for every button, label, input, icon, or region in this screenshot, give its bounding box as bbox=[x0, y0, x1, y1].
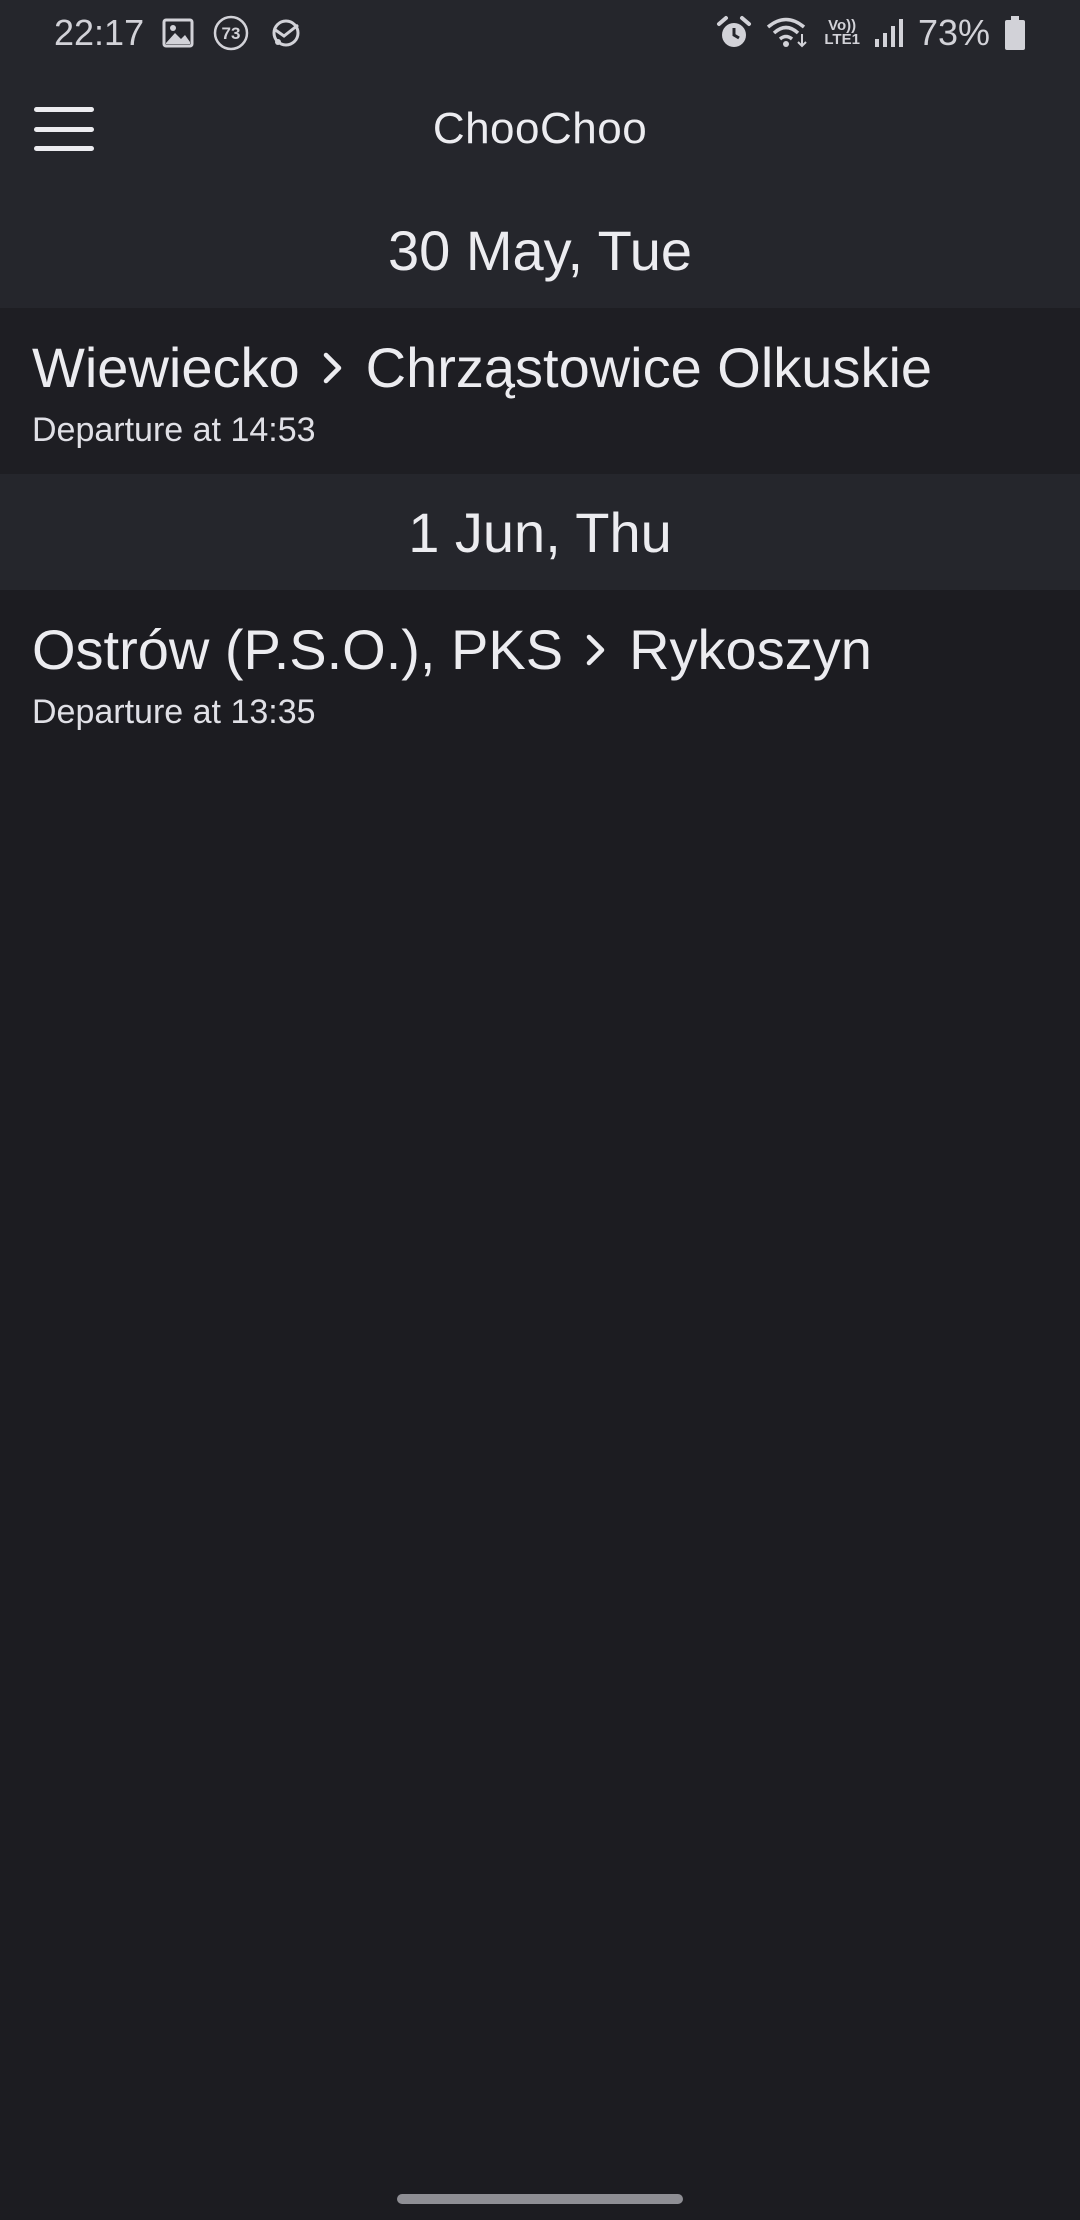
trip-route: Wiewiecko Chrząstowice Olkuskie bbox=[32, 334, 1048, 401]
trip-from: Wiewiecko bbox=[32, 336, 300, 399]
battery-icon bbox=[1004, 15, 1026, 51]
volte-icon: Vo)) LTE1 bbox=[824, 18, 860, 48]
trip-item[interactable]: Wiewiecko Chrząstowice Olkuskie Departur… bbox=[0, 308, 1080, 475]
hamburger-menu-icon[interactable] bbox=[34, 107, 94, 151]
trip-from: Ostrów (P.S.O.), PKS bbox=[32, 618, 564, 682]
chevron-right-icon bbox=[585, 633, 607, 667]
status-left: 22:17 73 bbox=[54, 12, 304, 54]
volte-bottom-label: LTE1 bbox=[824, 31, 860, 48]
date-header: 30 May, Tue bbox=[0, 192, 1080, 308]
status-bar: 22:17 73 Vo)) LTE1 73% bbox=[0, 0, 1080, 66]
battery-percent: 73% bbox=[917, 12, 990, 53]
gesture-navigation-bar[interactable] bbox=[397, 2194, 683, 2204]
badge-73-text: 73 bbox=[222, 24, 241, 43]
status-time: 22:17 bbox=[54, 12, 145, 53]
status-right: Vo)) LTE1 73% bbox=[716, 12, 1026, 54]
image-icon bbox=[162, 18, 194, 48]
wifi-icon bbox=[766, 16, 810, 50]
trip-item[interactable]: Ostrów (P.S.O.), PKS Rykoszyn Departure … bbox=[0, 590, 1080, 757]
date-header: 1 Jun, Thu bbox=[0, 474, 1080, 591]
trip-departure: Departure at 13:35 bbox=[32, 693, 316, 732]
app-title: ChooChoo bbox=[432, 104, 648, 153]
menu-line bbox=[34, 126, 94, 132]
alarm-icon bbox=[716, 15, 752, 51]
trip-route: Ostrów (P.S.O.), PKS Rykoszyn bbox=[32, 616, 1048, 683]
trip-to: Chrząstowice Olkuskie bbox=[365, 336, 933, 399]
trip-to: Rykoszyn bbox=[629, 618, 872, 682]
top-area: 22:17 73 Vo)) LTE1 73% ChooChoo bbox=[0, 0, 1080, 192]
menu-line bbox=[34, 146, 94, 151]
sync-icon bbox=[268, 16, 304, 50]
signal-icon bbox=[874, 17, 904, 49]
menu-line bbox=[34, 107, 94, 112]
trip-departure: Departure at 14:53 bbox=[32, 411, 316, 450]
app-bar: ChooChoo bbox=[0, 66, 1080, 192]
badge-73-icon: 73 bbox=[212, 14, 250, 52]
chevron-right-icon bbox=[322, 351, 344, 385]
